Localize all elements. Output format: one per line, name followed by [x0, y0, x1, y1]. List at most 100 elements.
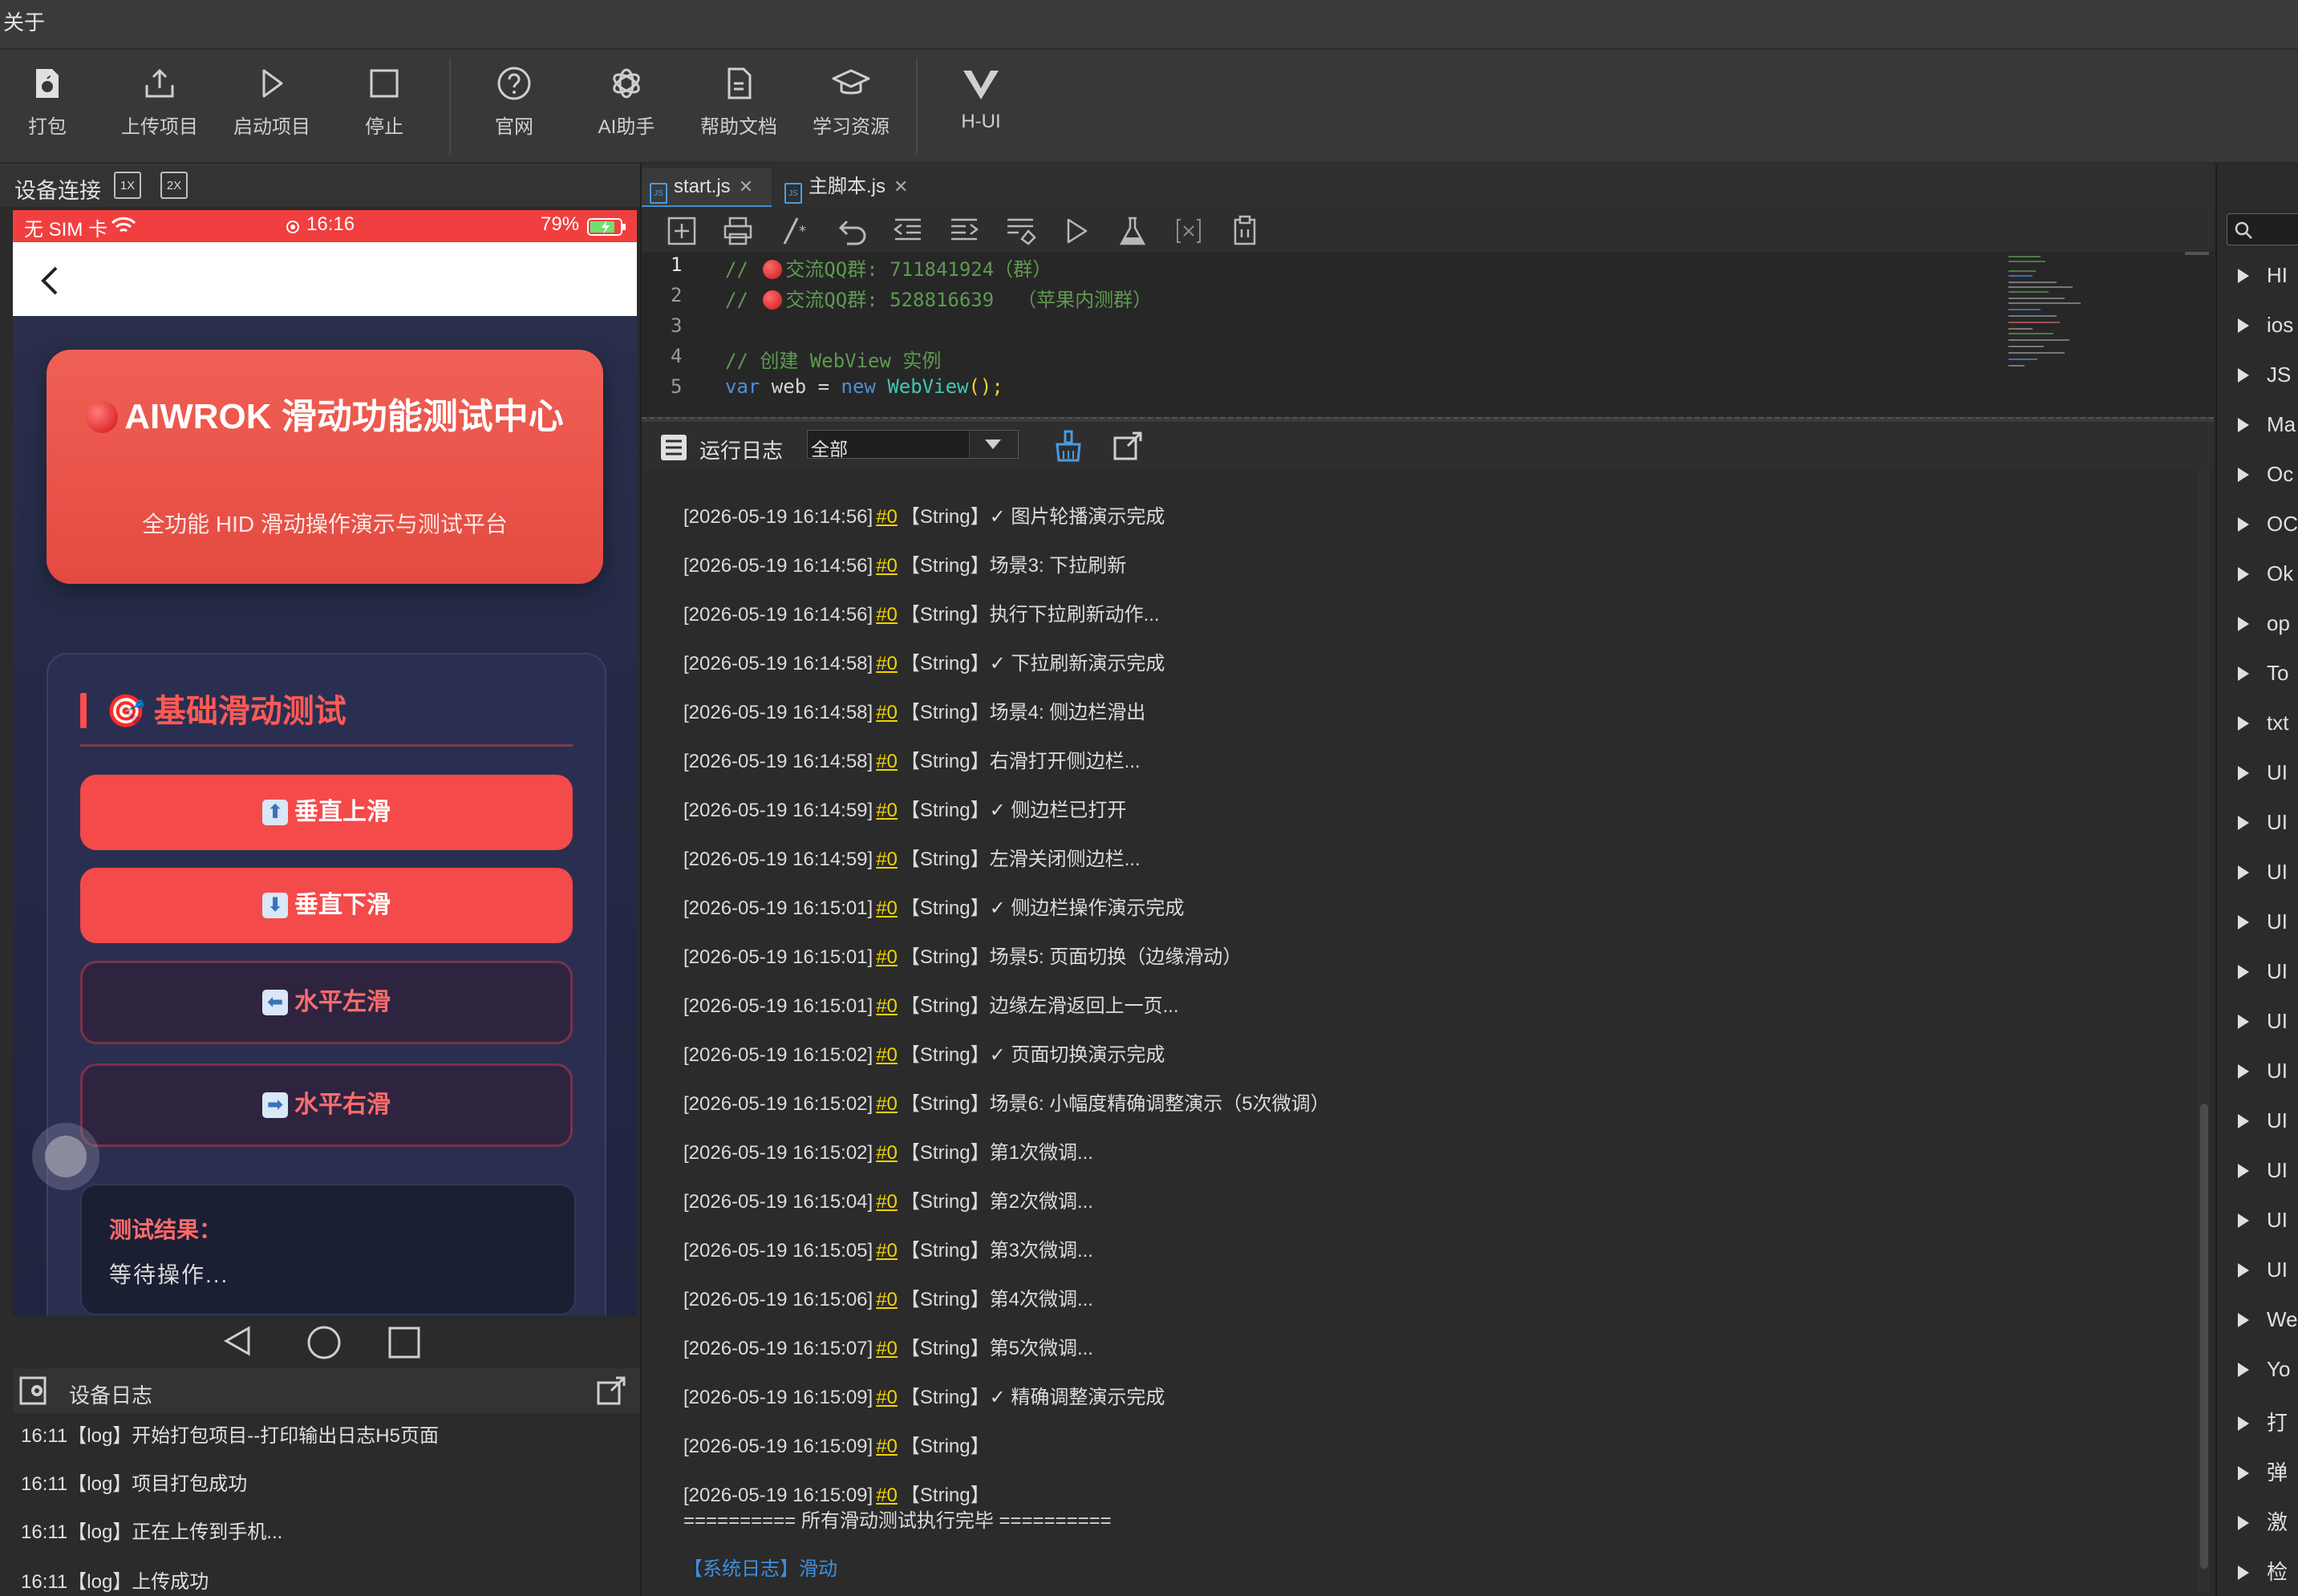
sidebar-tree-item[interactable]: To — [2238, 661, 2288, 686]
expand-arrow-icon[interactable] — [2238, 269, 2249, 283]
popout-icon[interactable] — [597, 1376, 626, 1405]
log-tag-link[interactable]: #0 — [876, 995, 898, 1017]
sidebar-tree-item[interactable]: We — [2238, 1307, 2298, 1332]
clipboard-delete-icon[interactable] — [1229, 215, 1261, 247]
ai-assistant-button[interactable]: AI助手 — [574, 64, 679, 152]
swipe-down-button[interactable]: ⬇ 垂直下滑 — [80, 868, 573, 943]
sidebar-tree-item[interactable]: UI — [2238, 909, 2288, 934]
variable-icon[interactable] — [1173, 215, 1205, 247]
sidebar-tree-item[interactable]: Ok — [2238, 561, 2293, 586]
scale-1x-button[interactable]: 1X — [114, 172, 141, 199]
expand-arrow-icon[interactable] — [2238, 1064, 2249, 1079]
expand-arrow-icon[interactable] — [2238, 1416, 2249, 1431]
learn-button[interactable]: 学习资源 — [799, 64, 903, 152]
log-tag-link[interactable]: #0 — [876, 604, 898, 626]
expand-arrow-icon[interactable] — [2238, 567, 2249, 581]
sidebar-tree-item[interactable]: txt — [2238, 711, 2288, 735]
close-icon[interactable]: ✕ — [894, 168, 908, 205]
log-filter-select[interactable]: 全部 — [807, 430, 1019, 460]
expand-arrow-icon[interactable] — [2238, 816, 2249, 830]
scale-2x-button[interactable]: 2X — [160, 172, 188, 199]
expand-arrow-icon[interactable] — [2238, 766, 2249, 780]
sidebar-tree-item[interactable]: UI — [2238, 860, 2288, 885]
log-tag-link[interactable]: #0 — [876, 946, 898, 968]
log-tag-link[interactable]: #0 — [876, 897, 898, 919]
print-icon[interactable] — [722, 215, 754, 247]
sidebar-tree-item[interactable]: Yo — [2238, 1357, 2290, 1382]
menu-about[interactable]: 关于 — [3, 6, 45, 36]
tab-start-js[interactable]: JS start.js ✕ — [642, 168, 772, 208]
expand-arrow-icon[interactable] — [2238, 1566, 2249, 1580]
sidebar-tree-item[interactable]: UI — [2238, 760, 2288, 785]
code-editor[interactable]: 1 2 3 4 5 // 交流QQ群: 711841924（群） // 交流QQ… — [642, 252, 2214, 417]
editor-scroll-thumb[interactable] — [2185, 252, 2209, 255]
expand-arrow-icon[interactable] — [2238, 517, 2249, 532]
system-log-link[interactable]: 【系统日志】滑动 — [683, 1553, 837, 1581]
sidebar-search-input[interactable] — [2227, 213, 2298, 245]
add-icon[interactable] — [666, 215, 698, 247]
system-log-text[interactable]: 【系统日志】滑动 — [683, 1558, 837, 1580]
sidebar-tree-item[interactable]: Oc — [2238, 462, 2293, 487]
sidebar-tree-item[interactable]: UI — [2238, 1158, 2288, 1183]
expand-arrow-icon[interactable] — [2238, 1263, 2249, 1278]
log-tag-link[interactable]: #0 — [876, 849, 898, 870]
sidebar-tree-item[interactable]: op — [2238, 611, 2290, 636]
undo-icon[interactable] — [836, 215, 868, 247]
expand-arrow-icon[interactable] — [2238, 915, 2249, 930]
expand-arrow-icon[interactable] — [2238, 1213, 2249, 1228]
pack-button[interactable]: 打包 — [0, 64, 99, 152]
sidebar-tree-item[interactable]: ios — [2238, 313, 2293, 338]
log-tag-link[interactable]: #0 — [876, 751, 898, 772]
expand-arrow-icon[interactable] — [2238, 318, 2249, 333]
device-connect-tab[interactable]: 设备连接 — [14, 173, 101, 205]
format-icon[interactable] — [1004, 215, 1036, 247]
dropdown-button[interactable] — [969, 431, 1018, 458]
expand-arrow-icon[interactable] — [2238, 865, 2249, 880]
swipe-left-button[interactable]: ⬅ 水平左滑 — [80, 961, 573, 1044]
log-tag-link[interactable]: #0 — [876, 555, 898, 577]
nav-back-icon[interactable] — [223, 1325, 252, 1357]
expand-arrow-icon[interactable] — [2238, 368, 2249, 383]
log-tag-link[interactable]: #0 — [876, 1044, 898, 1066]
expand-arrow-icon[interactable] — [2238, 666, 2249, 681]
sidebar-tree-item[interactable]: Ma — [2238, 412, 2296, 437]
sidebar-tree-item[interactable]: 打 — [2238, 1407, 2288, 1436]
stop-button[interactable]: 停止 — [332, 64, 436, 152]
expand-arrow-icon[interactable] — [2238, 1164, 2249, 1178]
log-tag-link[interactable]: #0 — [876, 702, 898, 723]
log-tag-link[interactable]: #0 — [876, 1436, 898, 1457]
tab-main-script[interactable]: JS 主脚本.js ✕ — [776, 168, 921, 205]
expand-arrow-icon[interactable] — [2238, 1466, 2249, 1481]
sidebar-tree-item[interactable]: UI — [2238, 1208, 2288, 1233]
sidebar-tree-item[interactable]: UI — [2238, 1059, 2288, 1084]
expand-arrow-icon[interactable] — [2238, 965, 2249, 979]
log-tag-link[interactable]: #0 — [876, 1289, 898, 1310]
website-button[interactable]: 官网 — [462, 64, 566, 152]
sidebar-tree-item[interactable]: JS — [2238, 363, 2291, 387]
log-tag-link[interactable]: #0 — [876, 1191, 898, 1213]
start-button[interactable]: 启动项目 — [220, 64, 324, 152]
upload-button[interactable]: 上传项目 — [107, 64, 212, 152]
log-tag-link[interactable]: #0 — [876, 653, 898, 674]
log-tag-link[interactable]: #0 — [876, 1485, 898, 1506]
nav-home-icon[interactable] — [306, 1325, 342, 1360]
log-scrollbar[interactable] — [2198, 470, 2211, 1593]
expand-arrow-icon[interactable] — [2238, 617, 2249, 631]
run-icon[interactable] — [1060, 215, 1092, 247]
sidebar-tree-item[interactable]: 弹 — [2238, 1456, 2288, 1486]
outdent-icon[interactable] — [892, 215, 924, 247]
nav-recent-icon[interactable] — [388, 1327, 420, 1359]
sidebar-tree-item[interactable]: UI — [2238, 1108, 2288, 1133]
assistive-touch-ball[interactable] — [32, 1123, 99, 1190]
docs-button[interactable]: 帮助文档 — [687, 64, 791, 152]
scroll-thumb[interactable] — [2200, 1104, 2208, 1569]
code-minimap[interactable] — [2005, 253, 2110, 382]
log-tag-link[interactable]: #0 — [876, 1338, 898, 1359]
expand-arrow-icon[interactable] — [2238, 716, 2249, 731]
sidebar-tree-item[interactable]: UI — [2238, 1009, 2288, 1034]
phone-screen[interactable]: 无 SIM 卡 16:16 79% AIWROK 滑动功能测试中心 全功能 HI… — [13, 210, 637, 1315]
sidebar-tree-item[interactable]: 激 — [2238, 1506, 2288, 1536]
sidebar-tree-item[interactable]: UI — [2238, 810, 2288, 835]
hui-button[interactable]: H-UI — [929, 64, 1033, 152]
expand-arrow-icon[interactable] — [2238, 1114, 2249, 1128]
